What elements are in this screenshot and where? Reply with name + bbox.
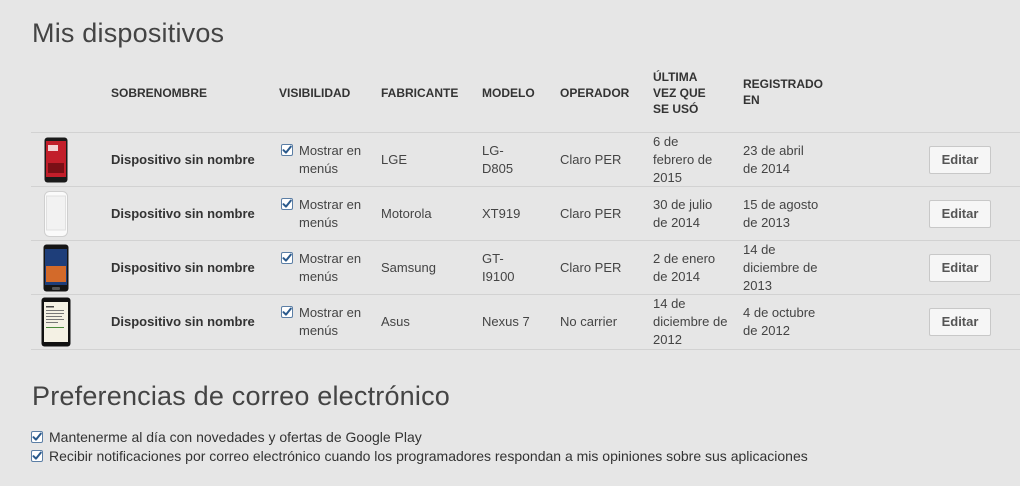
checkbox-checked-icon[interactable]	[281, 144, 293, 156]
edit-cell: Editar	[929, 133, 991, 186]
device-name: Dispositivo sin nombre	[111, 151, 255, 167]
device-registered: 14 de diciembre de 2013	[743, 241, 818, 293]
device-row: Dispositivo sin nombre Mostrar en menús S…	[31, 241, 1020, 295]
checkbox-checked-icon[interactable]	[31, 449, 43, 462]
device-row: Dispositivo sin nombre Mostrar en menús L…	[31, 133, 1020, 187]
phone-galaxy-s2-icon	[31, 241, 81, 294]
device-last-used: 2 de enero de 2014	[653, 250, 716, 284]
visibility-label: Mostrar en menús	[299, 142, 362, 176]
device-operator: Claro PER	[560, 205, 622, 221]
header-operator: OPERADOR	[560, 86, 630, 100]
device-maker: Asus	[381, 314, 410, 329]
device-registered: 23 de abril de 2014	[743, 142, 804, 176]
header-registered: REGISTRADO EN	[743, 77, 824, 107]
edit-button[interactable]: Editar	[929, 199, 991, 228]
visibility-label: Mostrar en menús	[299, 196, 362, 230]
device-model: Nexus 7	[482, 314, 530, 329]
phone-lg-g2-icon	[31, 133, 81, 186]
checkbox-checked-icon[interactable]	[281, 252, 293, 264]
visibility-toggle[interactable]: Mostrar en menús	[281, 187, 376, 240]
device-last-used: 14 de diciembre de 2012	[653, 296, 728, 347]
checkbox-checked-icon[interactable]	[31, 430, 43, 443]
edit-cell: Editar	[929, 295, 991, 349]
device-name: Dispositivo sin nombre	[111, 205, 255, 221]
email-preferences-list: Mantenerme al día con novedades y oferta…	[31, 427, 808, 465]
device-operator: Claro PER	[560, 151, 622, 167]
device-operator: Claro PER	[560, 259, 622, 275]
header-model: MODELO	[482, 86, 535, 100]
pref-label: Mantenerme al día con novedades y oferta…	[49, 428, 422, 445]
email-preferences-title: Preferencias de correo electrónico	[32, 381, 451, 411]
device-model: GT- I9100	[482, 250, 515, 284]
header-nickname: SOBRENOMBRE	[111, 86, 208, 100]
device-name: Dispositivo sin nombre	[111, 314, 255, 329]
visibility-label: Mostrar en menús	[299, 305, 362, 338]
device-row: Dispositivo sin nombre Mostrar en menús M…	[31, 187, 1020, 241]
device-maker: LGE	[381, 151, 408, 167]
visibility-label: Mostrar en menús	[299, 250, 362, 284]
device-last-used: 6 de febrero de 2015	[653, 133, 713, 185]
device-operator: No carrier	[560, 314, 618, 329]
phone-white-icon	[31, 187, 81, 240]
edit-cell: Editar	[929, 241, 991, 294]
pref-option[interactable]: Mantenerme al día con novedades y oferta…	[31, 427, 808, 446]
device-last-used: 30 de julio de 2014	[653, 196, 713, 230]
header-maker: FABRICANTE	[381, 86, 459, 100]
pref-option[interactable]: Recibir notificaciones por correo electr…	[31, 446, 808, 465]
visibility-toggle[interactable]: Mostrar en menús	[281, 295, 376, 349]
edit-cell: Editar	[929, 187, 991, 240]
edit-button[interactable]: Editar	[929, 253, 991, 282]
table-header: SOBRENOMBRE VISIBILIDAD FABRICANTE MODEL…	[31, 64, 1020, 133]
device-model: LG- D805	[482, 142, 514, 176]
visibility-toggle[interactable]: Mostrar en menús	[281, 241, 376, 294]
device-registered: 4 de octubre de 2012	[743, 305, 816, 338]
device-maker: Samsung	[381, 259, 436, 275]
device-registered: 15 de agosto de 2013	[743, 196, 819, 230]
tablet-nexus-7-icon	[31, 295, 81, 349]
header-visibility: VISIBILIDAD	[279, 86, 351, 100]
checkbox-checked-icon[interactable]	[281, 306, 293, 318]
device-maker: Motorola	[381, 205, 432, 221]
edit-button[interactable]: Editar	[929, 145, 991, 174]
device-model: XT919	[482, 205, 521, 221]
checkbox-checked-icon[interactable]	[281, 198, 293, 210]
devices-section-title: Mis dispositivos	[32, 18, 225, 48]
pref-label: Recibir notificaciones por correo electr…	[49, 447, 808, 464]
devices-table: SOBRENOMBRE VISIBILIDAD FABRICANTE MODEL…	[31, 64, 1020, 350]
visibility-toggle[interactable]: Mostrar en menús	[281, 133, 376, 186]
header-last-used: ÚLTIMA VEZ QUE SE USÓ	[653, 70, 706, 116]
device-row: Dispositivo sin nombre Mostrar en menús A…	[31, 295, 1020, 350]
device-name: Dispositivo sin nombre	[111, 259, 255, 275]
edit-button[interactable]: Editar	[929, 308, 991, 336]
